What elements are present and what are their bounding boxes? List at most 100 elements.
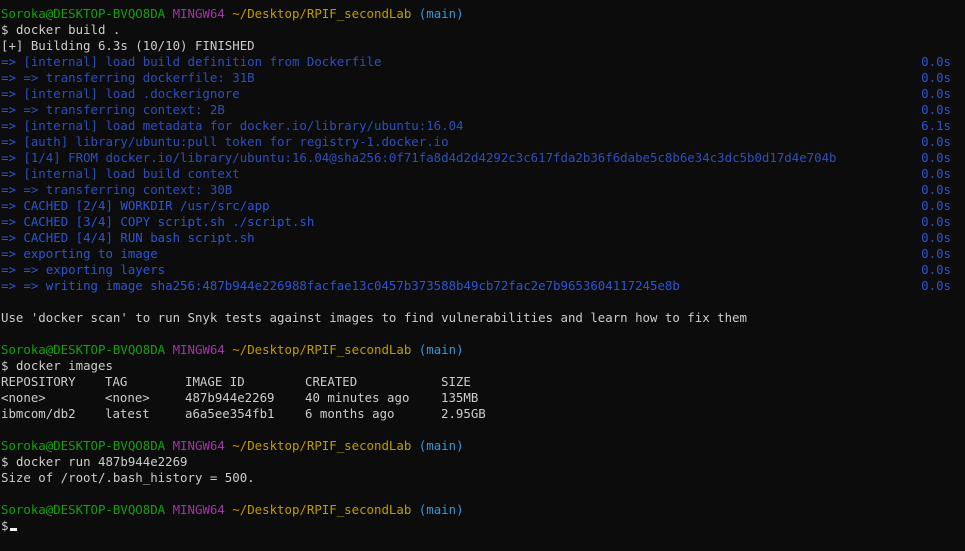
- build-step-line: => [internal] load build context 0.0s: [0, 166, 965, 182]
- build-step-arrow: =>: [1, 166, 24, 181]
- prompt-user-host: Soroka@DESKTOP-BVQO8DA: [1, 342, 166, 357]
- build-step-arrow: =>: [1, 214, 24, 229]
- cell-tag: latest: [105, 406, 150, 421]
- build-step-text: => exporting layers: [23, 262, 166, 277]
- run-command: docker run 487b944e2269: [15, 454, 188, 469]
- prompt-branch: (main): [418, 342, 464, 357]
- build-step-line: => CACHED [3/4] COPY script.sh ./script.…: [0, 214, 965, 230]
- build-step-line: => => transferring context: 30B 0.0s: [0, 182, 965, 198]
- build-step-line: => exporting to image 0.0s: [0, 246, 965, 262]
- build-step-text: [internal] load build definition from Do…: [23, 54, 382, 69]
- build-step-text: => transferring context: 2B: [23, 102, 225, 117]
- prompt-symbol: $: [1, 22, 9, 37]
- build-step-line: => [1/4] FROM docker.io/library/ubuntu:1…: [0, 150, 965, 166]
- build-step-text: CACHED [2/4] WORKDIR /usr/src/app: [23, 198, 270, 213]
- prompt-line: Soroka@DESKTOP-BVQO8DA MINGW64 ~/Desktop…: [0, 502, 965, 518]
- text-cursor[interactable]: [10, 528, 18, 531]
- build-step-text: => writing image sha256:487b944e226988fa…: [23, 278, 680, 293]
- header-created: CREATED: [305, 374, 358, 389]
- build-step-arrow: =>: [1, 54, 24, 69]
- prompt-user-host: Soroka@DESKTOP-BVQO8DA: [1, 6, 166, 21]
- build-step-text: => transferring context: 30B: [23, 182, 233, 197]
- prompt-path: ~/Desktop/RPIF_secondLab: [232, 342, 412, 357]
- scan-hint: Use 'docker scan' to run Snyk tests agai…: [1, 310, 747, 325]
- build-step-line: => CACHED [4/4] RUN bash script.sh 0.0s: [0, 230, 965, 246]
- command-line: $ docker run 487b944e2269: [0, 454, 965, 470]
- cell-size: 135MB: [441, 390, 479, 405]
- cell-created: 40 minutes ago: [305, 390, 410, 405]
- build-step-text: CACHED [4/4] RUN bash script.sh: [23, 230, 255, 245]
- cell-image-id: a6a5ee354fb1: [185, 406, 275, 421]
- build-step-line: => => transferring dockerfile: 31B 0.0s: [0, 70, 965, 86]
- images-table-header: REPOSITORY TAG IMAGE ID CREATED SIZE: [0, 374, 965, 390]
- build-step-line: => [auth] library/ubuntu:pull token for …: [0, 134, 965, 150]
- prompt-symbol: $: [1, 358, 9, 373]
- build-step-text: [1/4] FROM docker.io/library/ubuntu:16.0…: [23, 150, 837, 165]
- cell-tag: <none>: [105, 390, 150, 405]
- build-step-arrow: =>: [1, 278, 24, 293]
- header-repository: REPOSITORY: [1, 374, 76, 389]
- build-step-duration: 0.0s: [921, 54, 951, 69]
- build-step-line: => => transferring context: 2B 0.0s: [0, 102, 965, 118]
- build-step-text: [internal] load .dockerignore: [23, 86, 240, 101]
- active-command-line[interactable]: $: [0, 518, 965, 534]
- build-step-text: [internal] load build context: [23, 166, 240, 181]
- command-line: $ docker build .: [0, 22, 965, 38]
- build-step-duration: 0.0s: [921, 102, 951, 117]
- cell-repository: <none>: [1, 390, 46, 405]
- prompt-user-host: Soroka@DESKTOP-BVQO8DA: [1, 438, 166, 453]
- build-step-arrow: =>: [1, 150, 24, 165]
- build-step-arrow: =>: [1, 134, 24, 149]
- prompt-branch: (main): [418, 6, 464, 21]
- cell-created: 6 months ago: [305, 406, 395, 421]
- prompt-branch: (main): [418, 438, 464, 453]
- build-step-duration: 0.0s: [921, 166, 951, 181]
- prompt-env: MINGW64: [172, 342, 225, 357]
- prompt-path: ~/Desktop/RPIF_secondLab: [232, 6, 412, 21]
- terminal-window[interactable]: Soroka@DESKTOP-BVQO8DA MINGW64 ~/Desktop…: [0, 0, 965, 551]
- prompt-env: MINGW64: [172, 502, 225, 517]
- build-step-text: [internal] load metadata for docker.io/l…: [23, 118, 464, 133]
- prompt-env: MINGW64: [172, 6, 225, 21]
- prompt-user-host: Soroka@DESKTOP-BVQO8DA: [1, 502, 166, 517]
- header-image-id: IMAGE ID: [185, 374, 245, 389]
- build-step-duration: 0.0s: [921, 70, 951, 85]
- run-output: Size of /root/.bash_history = 500.: [1, 470, 255, 485]
- prompt-branch: (main): [418, 502, 464, 517]
- prompt-line: Soroka@DESKTOP-BVQO8DA MINGW64 ~/Desktop…: [0, 438, 965, 454]
- build-step-duration: 0.0s: [921, 246, 951, 261]
- build-step-arrow: =>: [1, 86, 24, 101]
- build-step-duration: 0.0s: [921, 230, 951, 245]
- build-step-duration: 0.0s: [921, 134, 951, 149]
- header-size: SIZE: [441, 374, 471, 389]
- prompt-symbol: $: [1, 518, 9, 533]
- build-step-duration: 0.0s: [921, 150, 951, 165]
- build-steps: => [internal] load build definition from…: [0, 54, 965, 294]
- build-step-text: exporting to image: [23, 246, 158, 261]
- build-step-duration: 0.0s: [921, 278, 951, 293]
- build-step-line: => => exporting layers 0.0s: [0, 262, 965, 278]
- build-step-line: => [internal] load metadata for docker.i…: [0, 118, 965, 134]
- table-row: <none> <none> 487b944e2269 40 minutes ago 13…: [0, 390, 965, 406]
- build-step-arrow: =>: [1, 70, 24, 85]
- prompt-env: MINGW64: [172, 438, 225, 453]
- build-step-duration: 6.1s: [921, 118, 951, 133]
- cell-image-id: 487b944e2269: [185, 390, 275, 405]
- cell-size: 2.95GB: [441, 406, 486, 421]
- build-step-arrow: =>: [1, 262, 24, 277]
- build-step-line: => => writing image sha256:487b944e22698…: [0, 278, 965, 294]
- prompt-symbol: $: [1, 454, 9, 469]
- build-step-arrow: =>: [1, 102, 24, 117]
- prompt-line: Soroka@DESKTOP-BVQO8DA MINGW64 ~/Desktop…: [0, 342, 965, 358]
- build-step-arrow: =>: [1, 230, 24, 245]
- cell-repository: ibmcom/db2: [1, 406, 76, 421]
- build-step-arrow: =>: [1, 246, 24, 261]
- build-step-duration: 0.0s: [921, 86, 951, 101]
- build-step-line: => [internal] load .dockerignore 0.0s: [0, 86, 965, 102]
- prompt-line: Soroka@DESKTOP-BVQO8DA MINGW64 ~/Desktop…: [0, 6, 965, 22]
- build-command: docker build .: [15, 22, 121, 37]
